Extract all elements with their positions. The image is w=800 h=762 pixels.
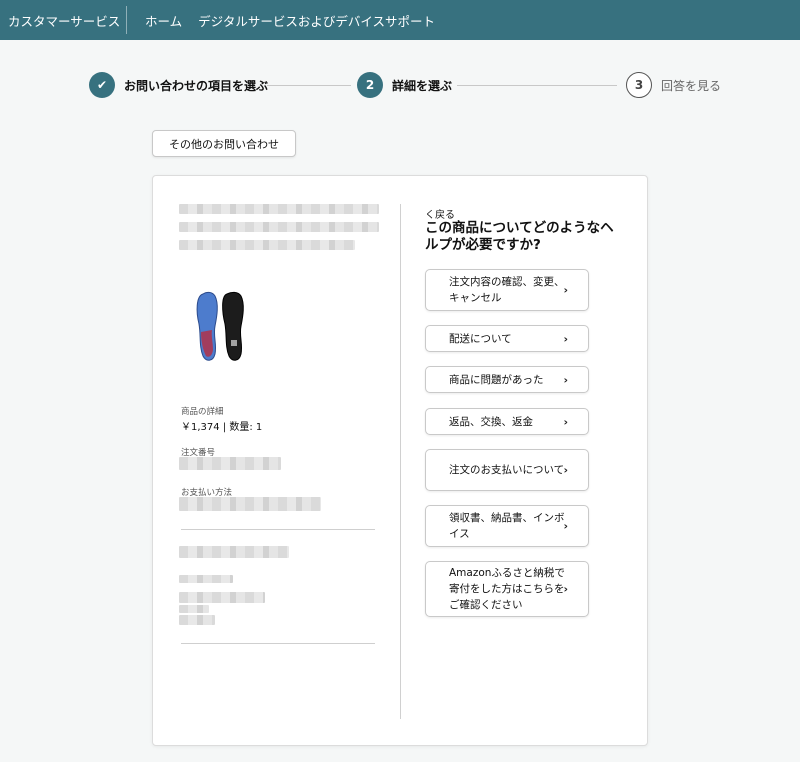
section-divider [181,643,375,644]
blurred-address-line [179,592,265,603]
option-returns-refunds[interactable]: 返品、交換、返金 › [425,408,589,435]
blurred-product-title-line [179,204,379,214]
check-icon: ✔ [89,72,115,98]
section-divider [181,529,375,530]
other-inquiry-button[interactable]: その他のお問い合わせ [152,130,296,157]
step-3: 3 回答を見る [626,72,721,98]
nav-home-link[interactable]: ホーム [145,11,182,30]
chevron-right-icon: › [563,582,568,596]
option-furusato-tax[interactable]: Amazonふるさと納税で寄付をした方はこちらをご確認ください › [425,561,589,617]
chevron-right-icon: › [563,283,568,297]
step-2-label: 詳細を選ぶ [392,78,453,93]
option-label: 配送について [449,332,512,345]
product-image[interactable] [193,288,253,364]
blurred-product-title-line [179,240,355,250]
option-label: 返品、交換、返金 [449,415,533,428]
help-question-heading: この商品についてどのようなヘルプが必要ですか? [425,220,614,253]
option-receipt-invoice[interactable]: 領収書、納品書、インボイス › [425,505,589,547]
blurred-order-number [179,457,281,470]
blurred-address-line [179,605,209,613]
step-3-label: 回答を見る [661,78,722,93]
step-2: 2 詳細を選ぶ [357,72,452,98]
order-help-card: 商品の詳細 ￥1,374 | 数量: 1 注文番号 お支払い方法 く戻る この商… [152,175,648,746]
step-2-number: 2 [357,72,383,98]
product-details-label: 商品の詳細 [181,407,224,417]
column-divider [400,204,401,719]
blurred-address-line [179,615,215,625]
insole-image [196,291,244,361]
option-label: 注文内容の確認、変更、キャンセル [449,276,565,304]
step-1[interactable]: ✔ お問い合わせの項目を選ぶ [89,72,268,98]
nav-digital-support-link[interactable]: デジタルサービスおよびデバイスサポート [198,11,435,30]
blurred-product-title-line [179,222,379,232]
chevron-right-icon: › [563,519,568,533]
step-3-number: 3 [626,72,652,98]
option-item-problem[interactable]: 商品に問題があった › [425,366,589,393]
option-label: 領収書、納品書、インボイス [449,512,565,540]
option-order-confirm-change-cancel[interactable]: 注文内容の確認、変更、キャンセル › [425,269,589,311]
blurred-address-line [179,575,233,583]
top-navigation-bar: カスタマーサービス ホーム デジタルサービスおよびデバイスサポート [0,0,800,40]
option-label: 商品に問題があった [449,373,544,386]
option-delivery[interactable]: 配送について › [425,325,589,352]
step-connector [267,85,351,86]
progress-stepper: ✔ お問い合わせの項目を選ぶ 2 詳細を選ぶ 3 回答を見る [89,72,729,98]
chevron-right-icon: › [563,373,568,386]
chevron-right-icon: › [563,415,568,428]
product-price-quantity: ￥1,374 | 数量: 1 [181,422,263,433]
blurred-payment-method [179,497,321,511]
nav-divider [126,6,127,34]
back-link[interactable]: く戻る [425,206,455,221]
option-label: Amazonふるさと納税で寄付をした方はこちらをご確認ください [449,567,565,611]
chevron-right-icon: › [563,332,568,345]
chevron-right-icon: › [563,463,568,477]
option-label: 注文のお支払いについて [449,464,565,476]
blurred-delivery-heading [179,546,289,558]
step-connector [457,85,617,86]
step-1-label: お問い合わせの項目を選ぶ [124,78,269,93]
option-payment[interactable]: 注文のお支払いについて › [425,449,589,491]
customer-service-link[interactable]: カスタマーサービス [0,0,126,40]
